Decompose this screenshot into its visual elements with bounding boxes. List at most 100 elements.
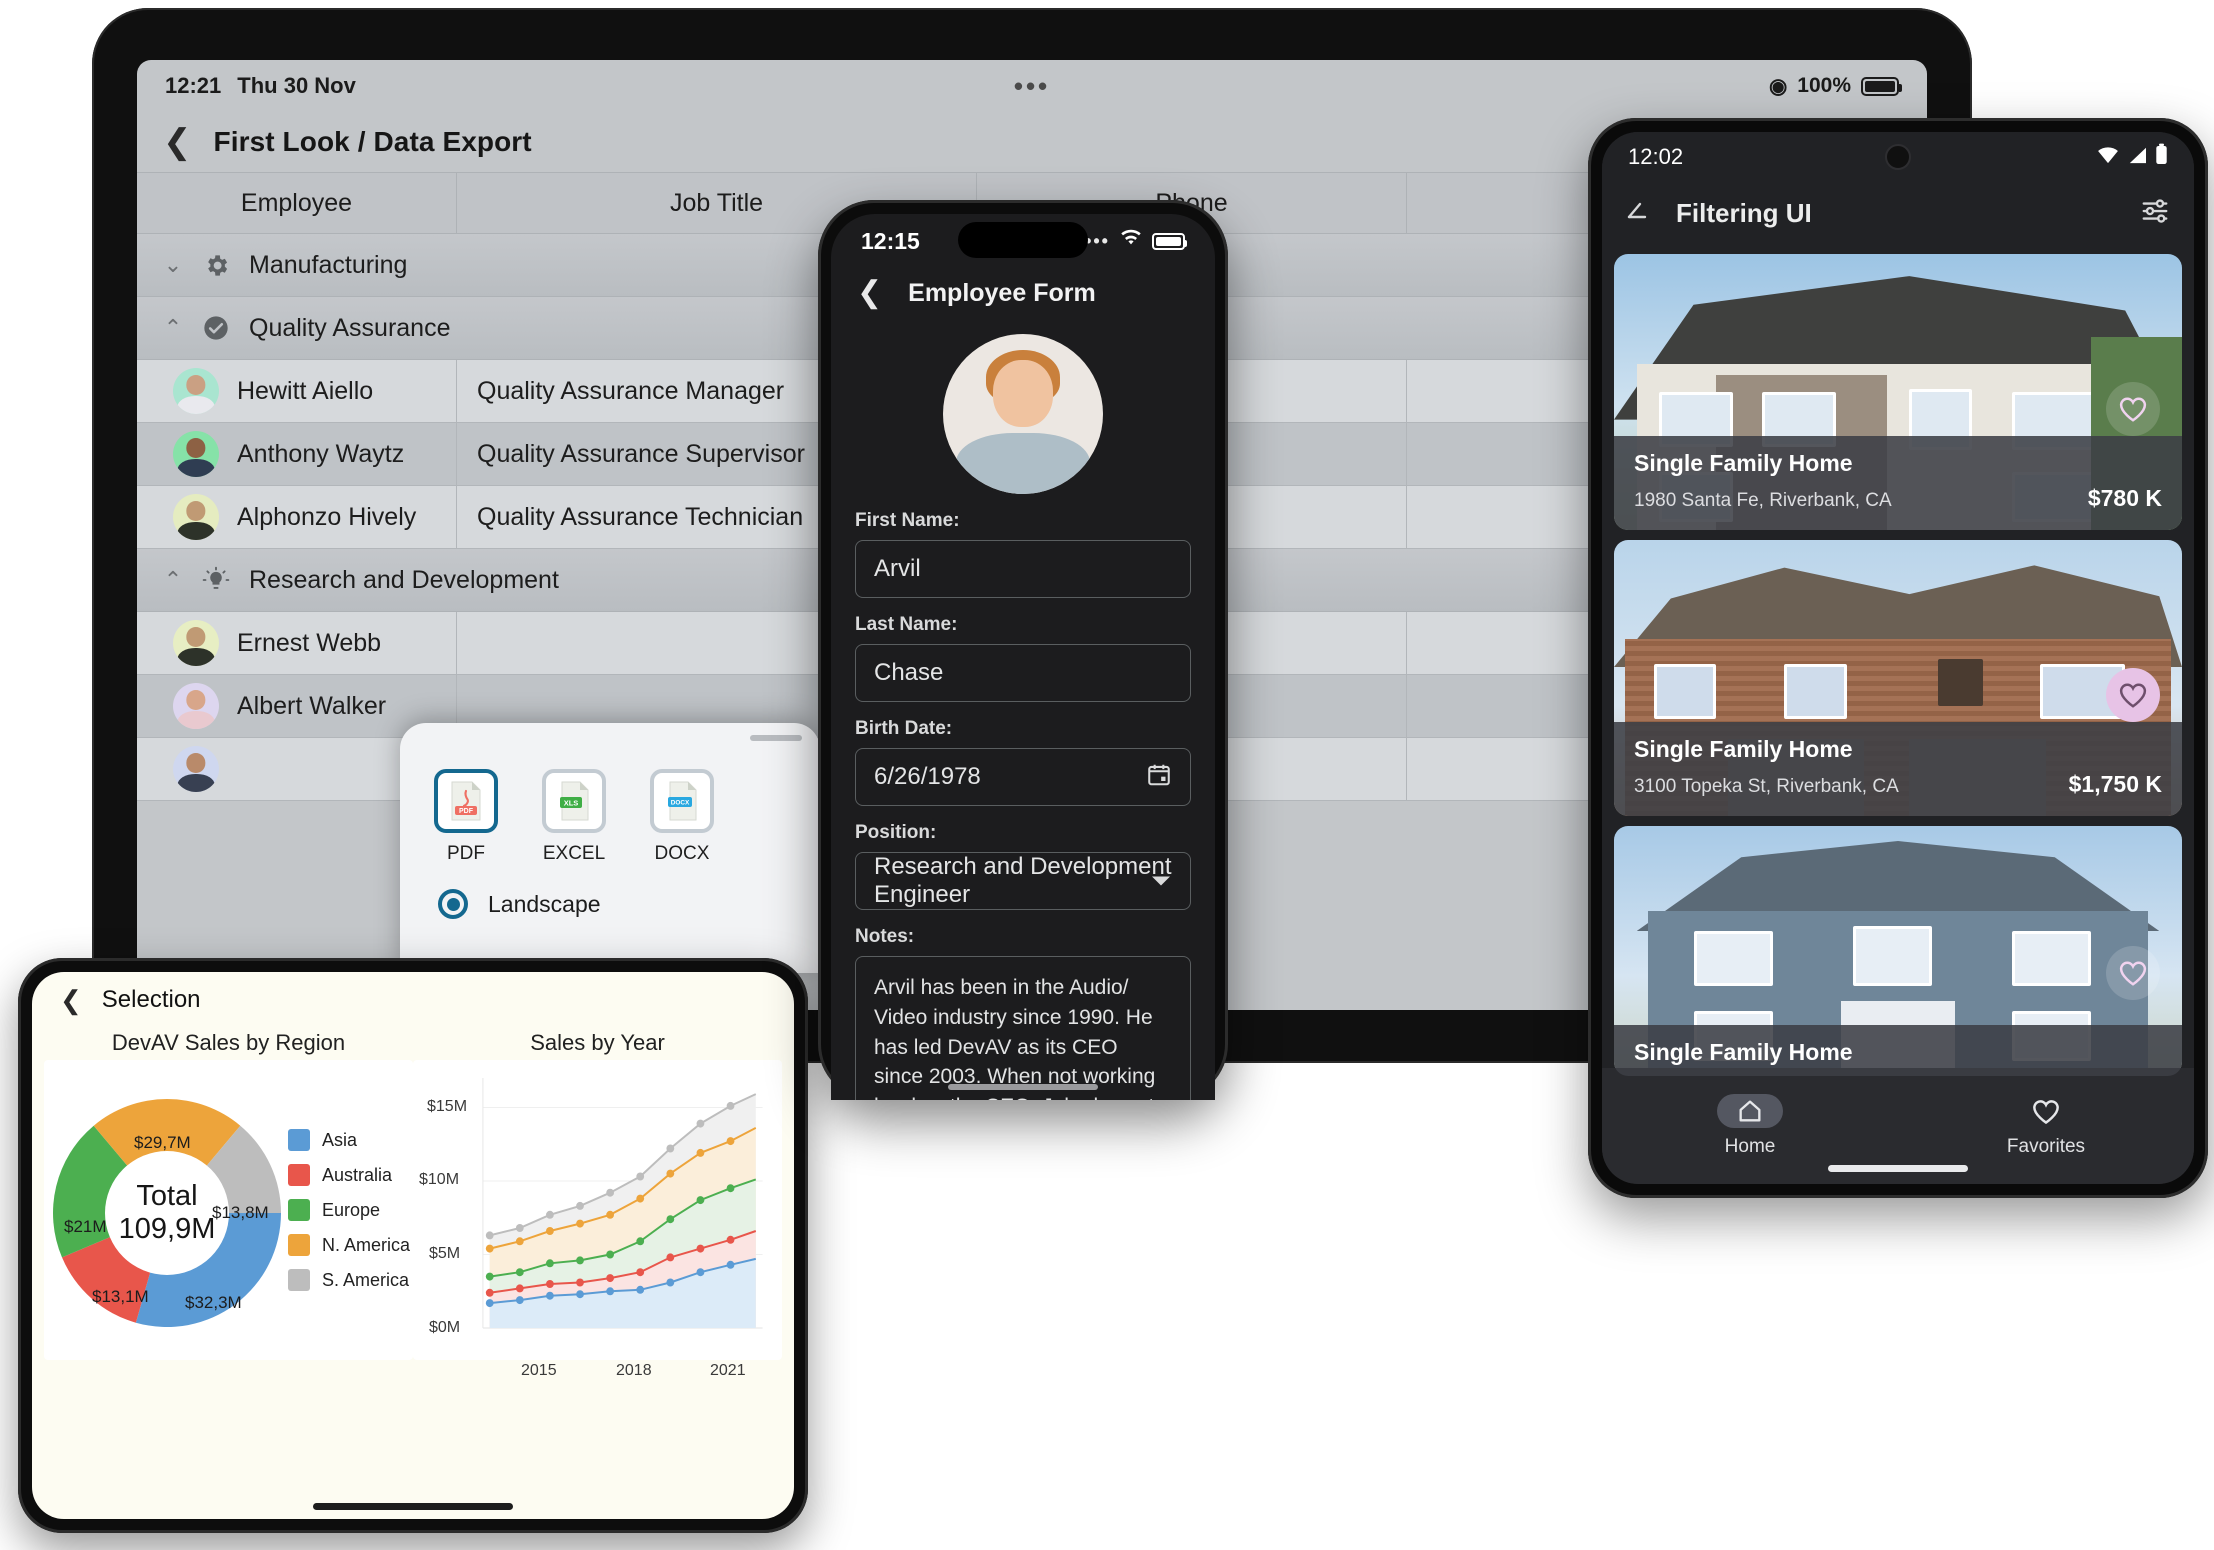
export-options-dialog: PDF PDF XLS EXCEL DOCX DOCX Landscape xyxy=(400,723,820,973)
legend-item[interactable]: Asia xyxy=(288,1129,410,1151)
status-time: 12:15 xyxy=(861,227,920,254)
area-chart: Sales by Year $15M $10M $5M $0M 2015 201… xyxy=(413,1024,782,1384)
column-header-employee[interactable]: Employee xyxy=(137,173,457,233)
chart-screen: ❮ Selection DevAV Sales by Region $29,7M… xyxy=(32,972,794,1519)
legend-item[interactable]: Australia xyxy=(288,1164,410,1186)
employee-name: Hewitt Aiello xyxy=(237,376,374,405)
slice-label-asia: $32,3M xyxy=(185,1293,242,1312)
employee-name: Ernest Webb xyxy=(237,628,382,657)
status-date: Thu 30 Nov xyxy=(237,73,356,98)
group-label: Quality Assurance xyxy=(249,313,451,342)
export-format-excel[interactable]: XLS EXCEL xyxy=(542,769,606,865)
legend-item[interactable]: Europe xyxy=(288,1199,410,1221)
center-value: 109,9M xyxy=(118,1213,216,1245)
field-birth-date: Birth Date: 6/26/1978 xyxy=(831,718,1215,806)
avatar xyxy=(173,746,219,792)
donut-center-total: Total 109,9M xyxy=(119,1180,216,1246)
field-label: Birth Date: xyxy=(855,718,953,739)
form-title: Employee Form xyxy=(908,278,1096,307)
back-arrow-icon[interactable] xyxy=(1626,198,1652,229)
listing-card[interactable]: Single Family Home xyxy=(1614,826,2182,1076)
radio-button-icon[interactable] xyxy=(438,889,468,919)
legend-label: N. America xyxy=(322,1234,411,1255)
donut-chart: DevAV Sales by Region $29,7M $13,8M $32,… xyxy=(44,1024,413,1384)
favorite-heart-icon[interactable] xyxy=(2106,668,2160,722)
drag-handle[interactable] xyxy=(750,735,802,741)
field-value: Chase xyxy=(874,659,944,686)
android-top-bar: Filtering UI xyxy=(1602,182,2194,244)
x-tick-label: 2018 xyxy=(616,1362,652,1379)
employee-photo-wrap xyxy=(831,334,1215,494)
iphone-screen: 12:15 •••• ❮ Employee Form First Name: A… xyxy=(831,214,1215,1100)
cell-employee: Anthony Waytz xyxy=(137,423,457,485)
back-chevron-icon[interactable]: ❮ xyxy=(857,278,882,308)
orientation-option-landscape[interactable]: Landscape xyxy=(400,865,820,919)
docx-file-icon: DOCX xyxy=(650,769,714,833)
export-format-label: PDF xyxy=(447,843,485,864)
avatar xyxy=(173,620,219,666)
legend-label: S. America xyxy=(322,1269,410,1290)
home-icon xyxy=(1717,1094,1783,1128)
status-right-cluster: ◉ 100% xyxy=(1769,74,1902,99)
legend-swatch xyxy=(288,1269,310,1291)
birth-date-input[interactable]: 6/26/1978 xyxy=(855,748,1191,806)
listing-info: Single Family Home 1980 Santa Fe, Riverb… xyxy=(1614,436,2182,530)
field-value: Arvil xyxy=(874,555,921,582)
listing-address: 3100 Topeka St, Riverbank, CA xyxy=(1634,776,1899,797)
page-title: Filtering UI xyxy=(1676,197,1812,228)
dynamic-island xyxy=(958,222,1088,258)
favorite-heart-icon[interactable] xyxy=(2106,382,2160,436)
area-chart-svg xyxy=(482,1078,763,1329)
heart-icon xyxy=(2013,1094,2079,1128)
chevron-down-icon[interactable]: ⌄ xyxy=(163,252,183,278)
field-label: Position: xyxy=(855,822,937,843)
tab-home[interactable]: Home xyxy=(1602,1094,1898,1158)
first-name-input[interactable]: Arvil xyxy=(855,540,1191,598)
lightbulb-icon xyxy=(201,565,231,595)
listing-info: Single Family Home 3100 Topeka St, River… xyxy=(1614,722,2182,816)
legend-label: Australia xyxy=(322,1164,393,1185)
listing-card[interactable]: Single Family Home 1980 Santa Fe, Riverb… xyxy=(1614,254,2182,530)
last-name-input[interactable]: Chase xyxy=(855,644,1191,702)
chevron-up-icon[interactable]: ⌃ xyxy=(163,315,183,341)
back-chevron-icon[interactable]: ❮ xyxy=(163,125,192,159)
export-format-pdf[interactable]: PDF PDF xyxy=(434,769,498,865)
chevron-down-icon[interactable] xyxy=(1152,876,1170,886)
avatar[interactable] xyxy=(943,334,1103,494)
status-right-cluster xyxy=(2097,143,2168,171)
position-select[interactable]: Research and Development Engineer xyxy=(855,852,1191,910)
home-indicator xyxy=(313,1503,513,1510)
legend-item[interactable]: N. America xyxy=(288,1234,410,1256)
listing-price: $1,750 K xyxy=(2068,771,2162,797)
status-time: 12:21 xyxy=(165,73,222,98)
y-tick-label: $0M xyxy=(429,1319,461,1336)
camera-punch-hole xyxy=(1885,144,1911,170)
field-last-name: Last Name: Chase xyxy=(831,614,1215,702)
wifi-icon xyxy=(2097,144,2119,170)
tab-favorites[interactable]: Favorites xyxy=(1898,1094,2194,1158)
notes-textarea[interactable]: Arvil has been in the Audio/ Video indus… xyxy=(855,956,1191,1100)
listing-address: 1980 Santa Fe, Riverbank, CA xyxy=(1634,490,1892,511)
y-tick-label: $15M xyxy=(427,1098,468,1115)
chart-title: Sales by Year xyxy=(530,1030,665,1055)
legend-swatch xyxy=(288,1234,310,1256)
chevron-up-icon[interactable]: ⌃ xyxy=(163,567,183,593)
avatar xyxy=(173,368,219,414)
back-chevron-icon[interactable]: ❮ xyxy=(60,987,82,1013)
iphone-device: 12:15 •••• ❮ Employee Form First Name: A… xyxy=(818,200,1228,1100)
field-value: Arvil has been in the Audio/ Video indus… xyxy=(874,976,1166,1100)
page-title: Selection xyxy=(101,986,201,1013)
favorite-heart-icon[interactable] xyxy=(2106,946,2160,1000)
calendar-icon[interactable] xyxy=(1146,762,1172,793)
legend-item[interactable]: S. America xyxy=(288,1269,410,1291)
filter-sliders-icon[interactable] xyxy=(2140,196,2170,231)
chart-tablet-device: ❮ Selection DevAV Sales by Region $29,7M… xyxy=(18,958,808,1533)
export-format-docx[interactable]: DOCX DOCX xyxy=(650,769,714,865)
excel-file-icon: XLS xyxy=(542,769,606,833)
android-device: 12:02 Filtering UI Single Family Home 19… xyxy=(1588,118,2208,1198)
signal-icon xyxy=(2127,144,2147,170)
avatar xyxy=(173,494,219,540)
listing-card[interactable]: Single Family Home 3100 Topeka St, River… xyxy=(1614,540,2182,816)
cell-employee: Alphonzo Hively xyxy=(137,486,457,548)
tab-label: Home xyxy=(1724,1136,1776,1157)
